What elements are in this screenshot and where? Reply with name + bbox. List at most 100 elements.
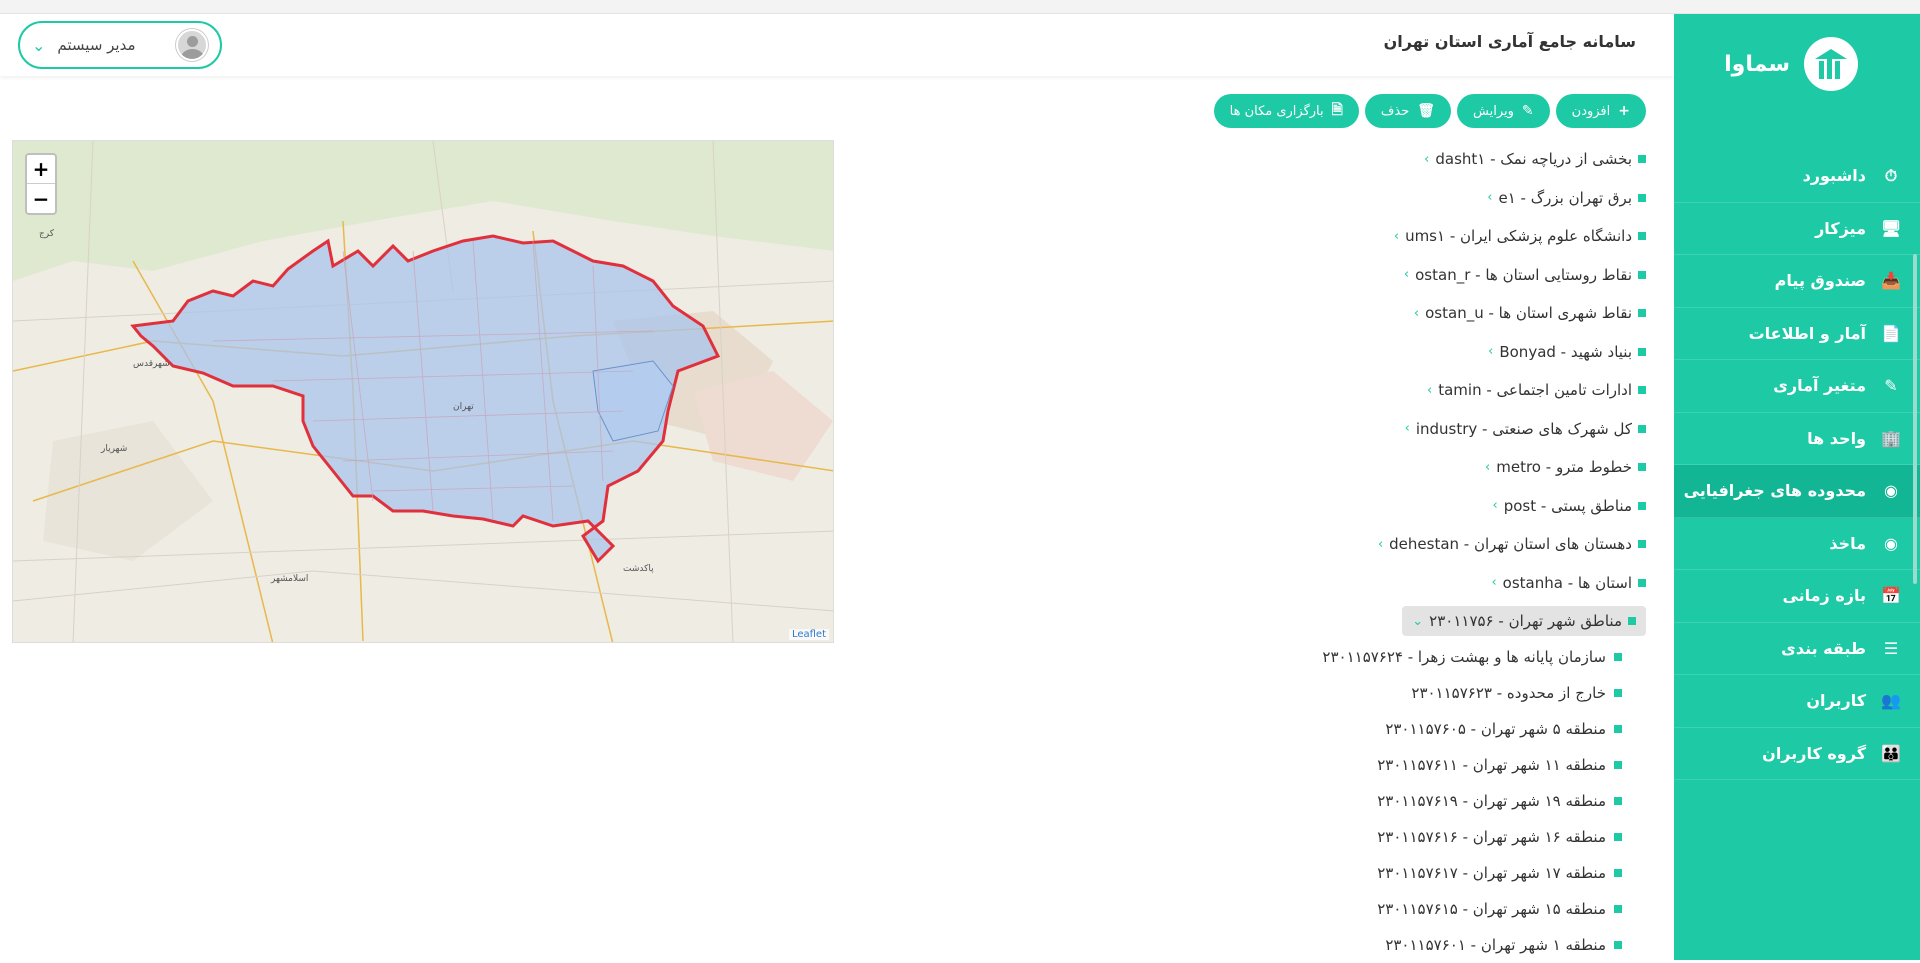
tree-node-label: industry - کل شهرک های صنعتی bbox=[1415, 419, 1632, 438]
tree-node-selected[interactable]: ⌄ ۲۳۰۱۱۷۵۶ - مناطق شهر تهران bbox=[1402, 606, 1646, 637]
chevron-left-icon[interactable]: ‹ bbox=[1493, 498, 1498, 513]
node-square-icon bbox=[1638, 347, 1646, 356]
map-pin-icon: ◉ bbox=[1884, 481, 1898, 501]
delete-button[interactable]: 🗑 حذف bbox=[1364, 94, 1452, 128]
node-square-icon bbox=[1638, 501, 1646, 510]
tree-node-label: dehestan - دهستان های استان تهران bbox=[1389, 535, 1632, 554]
tree-node[interactable]: ‹ ums۱ - دانشگاه علوم پزشکی ایران bbox=[1054, 217, 1654, 256]
node-square-icon bbox=[1614, 689, 1622, 697]
tree-node-label: Bonyad - بنیاد شهید bbox=[1499, 342, 1632, 361]
sidebar-item-3[interactable]: آمار و اطلاعات 📄 bbox=[1674, 308, 1920, 360]
map[interactable]: + − کرج شهریار تهران شهرقدس اسلامشهر پاک… bbox=[12, 140, 834, 643]
sidebar-item-label: صندوق پیام bbox=[1774, 271, 1866, 291]
zoom-out-button[interactable]: − bbox=[27, 184, 55, 213]
sidebar-item-8[interactable]: بازه زمانی 📅 bbox=[1674, 570, 1920, 623]
sidebar-item-label: واحد ها bbox=[1807, 428, 1866, 448]
node-square-icon bbox=[1638, 309, 1646, 318]
subtree-node[interactable]: ۲۳۰۱۱۵۷۶۱۷ - منطقه ۱۷ شهر تهران bbox=[922, 855, 1622, 891]
subtree-node[interactable]: ۲۳۰۱۱۵۷۶۲۳ - خارج از محدوده bbox=[922, 675, 1622, 711]
top-strip bbox=[0, 0, 1920, 14]
node-square-icon bbox=[1614, 869, 1622, 877]
chevron-left-icon[interactable]: ‹ bbox=[1378, 537, 1383, 552]
delete-button-label: حذف bbox=[1380, 103, 1410, 119]
chevron-left-icon[interactable]: ‹ bbox=[1404, 267, 1409, 282]
add-button[interactable]: + افزودن bbox=[1555, 94, 1646, 128]
user-name: مدیر سیستم bbox=[57, 36, 136, 54]
tree-node[interactable]: ‹ dasht۱ - بخشی از دریاچه نمک bbox=[1054, 140, 1654, 179]
sidebar-item-9[interactable]: طبقه بندی ☰ bbox=[1674, 623, 1920, 675]
sidebar-item-label: محدوده های جغرافیایی bbox=[1683, 481, 1866, 501]
node-square-icon bbox=[1628, 617, 1636, 626]
node-square-icon bbox=[1638, 270, 1646, 279]
tree-node-label: ostan_r - نقاط روستایی استان ها bbox=[1415, 265, 1632, 284]
sidebar-item-2[interactable]: صندوق پیام 📥 bbox=[1674, 255, 1920, 308]
add-button-label: افزودن bbox=[1571, 103, 1611, 119]
subtree-node-label: ۲۳۰۱۱۵۷۶۱۹ - منطقه ۱۹ شهر تهران bbox=[1377, 792, 1606, 810]
subtree-node[interactable]: ۲۳۰۱۱۵۷۶۱۱ - منطقه ۱۱ شهر تهران bbox=[922, 747, 1622, 783]
chevron-left-icon[interactable]: ‹ bbox=[1487, 190, 1492, 205]
sidebar-item-label: آمار و اطلاعات bbox=[1748, 323, 1866, 343]
tree-node[interactable]: ‹ metro - خطوط مترو bbox=[1054, 448, 1654, 487]
tree-node[interactable]: ⌄ ۲۳۰۱۱۷۵۶ - مناطق شهر تهران bbox=[1054, 602, 1654, 641]
brand-name: سماوا bbox=[1724, 51, 1790, 77]
tree-node[interactable]: ‹ post - مناطق پستی bbox=[1054, 487, 1654, 526]
tree-node[interactable]: ‹ ostan_r - نقاط روستایی استان ها bbox=[1054, 256, 1654, 295]
chevron-left-icon[interactable]: ‹ bbox=[1414, 306, 1419, 321]
subtree-node[interactable]: ۲۳۰۱۱۵۷۶۰۱ - منطقه ۱ شهر تهران bbox=[922, 927, 1622, 963]
subtree-node[interactable]: ۲۳۰۱۱۵۷۶۰۵ - منطقه ۵ شهر تهران bbox=[922, 711, 1622, 747]
zoom-in-button[interactable]: + bbox=[27, 155, 55, 184]
sidebar-item-0[interactable]: داشبورد ⏱ bbox=[1674, 150, 1920, 203]
sidebar-item-label: ماخذ bbox=[1829, 533, 1866, 553]
node-square-icon bbox=[1638, 232, 1646, 241]
chevron-left-icon[interactable]: ‹ bbox=[1394, 229, 1399, 244]
sidebar-item-7[interactable]: ماخذ ◉ bbox=[1674, 518, 1920, 570]
sidebar-item-label: بازه زمانی bbox=[1782, 586, 1866, 606]
user-menu[interactable]: ⌄ مدیر سیستم bbox=[18, 21, 222, 69]
brand[interactable]: سماوا bbox=[1674, 14, 1920, 114]
subtree-node[interactable]: ۲۳۰۱۱۵۷۶۲۴ - سازمان پایانه ها و بهشت زهر… bbox=[922, 639, 1622, 675]
chevron-left-icon[interactable]: ‹ bbox=[1427, 383, 1432, 398]
chevron-left-icon[interactable]: ‹ bbox=[1488, 344, 1493, 359]
geo-subtree: ۲۳۰۱۱۵۷۶۲۴ - سازمان پایانه ها و بهشت زهر… bbox=[922, 639, 1622, 963]
tree-node[interactable]: ‹ ostan_u - نقاط شهری استان ها bbox=[1054, 294, 1654, 333]
tree-node[interactable]: ‹ Bonyad - بنیاد شهید bbox=[1054, 333, 1654, 372]
chevron-left-icon[interactable]: ‹ bbox=[1424, 152, 1429, 167]
chevron-left-icon[interactable]: ‹ bbox=[1491, 575, 1496, 590]
sidebar-item-label: متغیر آماری bbox=[1773, 376, 1866, 396]
sidebar-item-label: میزکار bbox=[1815, 218, 1866, 238]
map-attribution-link[interactable]: Leaflet bbox=[788, 629, 829, 640]
tree-node-label: e۱ - برق تهران بزرگ bbox=[1498, 188, 1632, 207]
sidebar-item-6[interactable]: محدوده های جغرافیایی ◉ bbox=[1674, 465, 1920, 518]
tree-node[interactable]: ‹ tamin - ادارات تامین اجتماعی bbox=[1054, 371, 1654, 410]
subtree-node[interactable]: ۲۳۰۱۱۵۷۶۱۵ - منطقه ۱۵ شهر تهران bbox=[922, 891, 1622, 927]
subtree-node[interactable]: ۲۳۰۱۱۵۷۶۱۹ - منطقه ۱۹ شهر تهران bbox=[922, 783, 1622, 819]
tree-node[interactable]: ‹ ostanha - استان ها bbox=[1054, 564, 1654, 603]
sidebar-item-11[interactable]: گروه کاربران 👪 bbox=[1674, 728, 1920, 780]
subtree-node-label: ۲۳۰۱۱۵۷۶۱۷ - منطقه ۱۷ شهر تهران bbox=[1377, 864, 1606, 882]
trash-icon: 🗑 bbox=[1417, 103, 1436, 119]
sidebar-item-1[interactable]: میزکار 🖥 bbox=[1674, 203, 1920, 255]
sidebar-item-label: داشبورد bbox=[1802, 166, 1866, 186]
chevron-left-icon[interactable]: ‹ bbox=[1485, 460, 1490, 475]
chevron-left-icon[interactable]: ‹ bbox=[1405, 421, 1410, 436]
sidebar-item-4[interactable]: متغیر آماری ✎ bbox=[1674, 360, 1920, 413]
chevron-down-icon[interactable]: ⌄ bbox=[1412, 614, 1423, 629]
tree-node[interactable]: ‹ industry - کل شهرک های صنعتی bbox=[1054, 410, 1654, 449]
subtree-node-label: ۲۳۰۱۱۵۷۶۰۵ - منطقه ۵ شهر تهران bbox=[1385, 720, 1606, 738]
tree-node[interactable]: ‹ e۱ - برق تهران بزرگ bbox=[1054, 179, 1654, 218]
plus-icon: + bbox=[1618, 103, 1630, 119]
upload-locations-button[interactable]: 🗎 بارگزاری مکان ها bbox=[1213, 94, 1359, 128]
subtree-node-label: ۲۳۰۱۱۵۷۶۲۳ - خارج از محدوده bbox=[1411, 684, 1606, 702]
edit-button-label: ویرایش bbox=[1473, 103, 1514, 119]
sidebar-scrollbar[interactable] bbox=[1913, 254, 1917, 584]
tree-node[interactable]: ‹ dehestan - دهستان های استان تهران bbox=[1054, 525, 1654, 564]
sidebar-item-10[interactable]: کاربران 👥 bbox=[1674, 675, 1920, 728]
subtree-node[interactable]: ۲۳۰۱۱۵۷۶۱۶ - منطقه ۱۶ شهر تهران bbox=[922, 819, 1622, 855]
subtree-node-label: ۲۳۰۱۱۵۷۶۰۱ - منطقه ۱ شهر تهران bbox=[1385, 936, 1606, 954]
sidebar-item-5[interactable]: واحد ها 🏢 bbox=[1674, 413, 1920, 465]
map-canvas: کرج شهریار تهران شهرقدس اسلامشهر پاکدشت bbox=[13, 141, 833, 642]
edit-button[interactable]: ✎ ویرایش bbox=[1457, 94, 1550, 128]
tree-node-label: ums۱ - دانشگاه علوم پزشکی ایران bbox=[1405, 227, 1632, 246]
chevron-down-icon: ⌄ bbox=[32, 35, 46, 55]
sidebar-menu: داشبورد ⏱ میزکار 🖥 صندوق پیام 📥 آمار و اطلاعات… bbox=[1674, 150, 1920, 780]
